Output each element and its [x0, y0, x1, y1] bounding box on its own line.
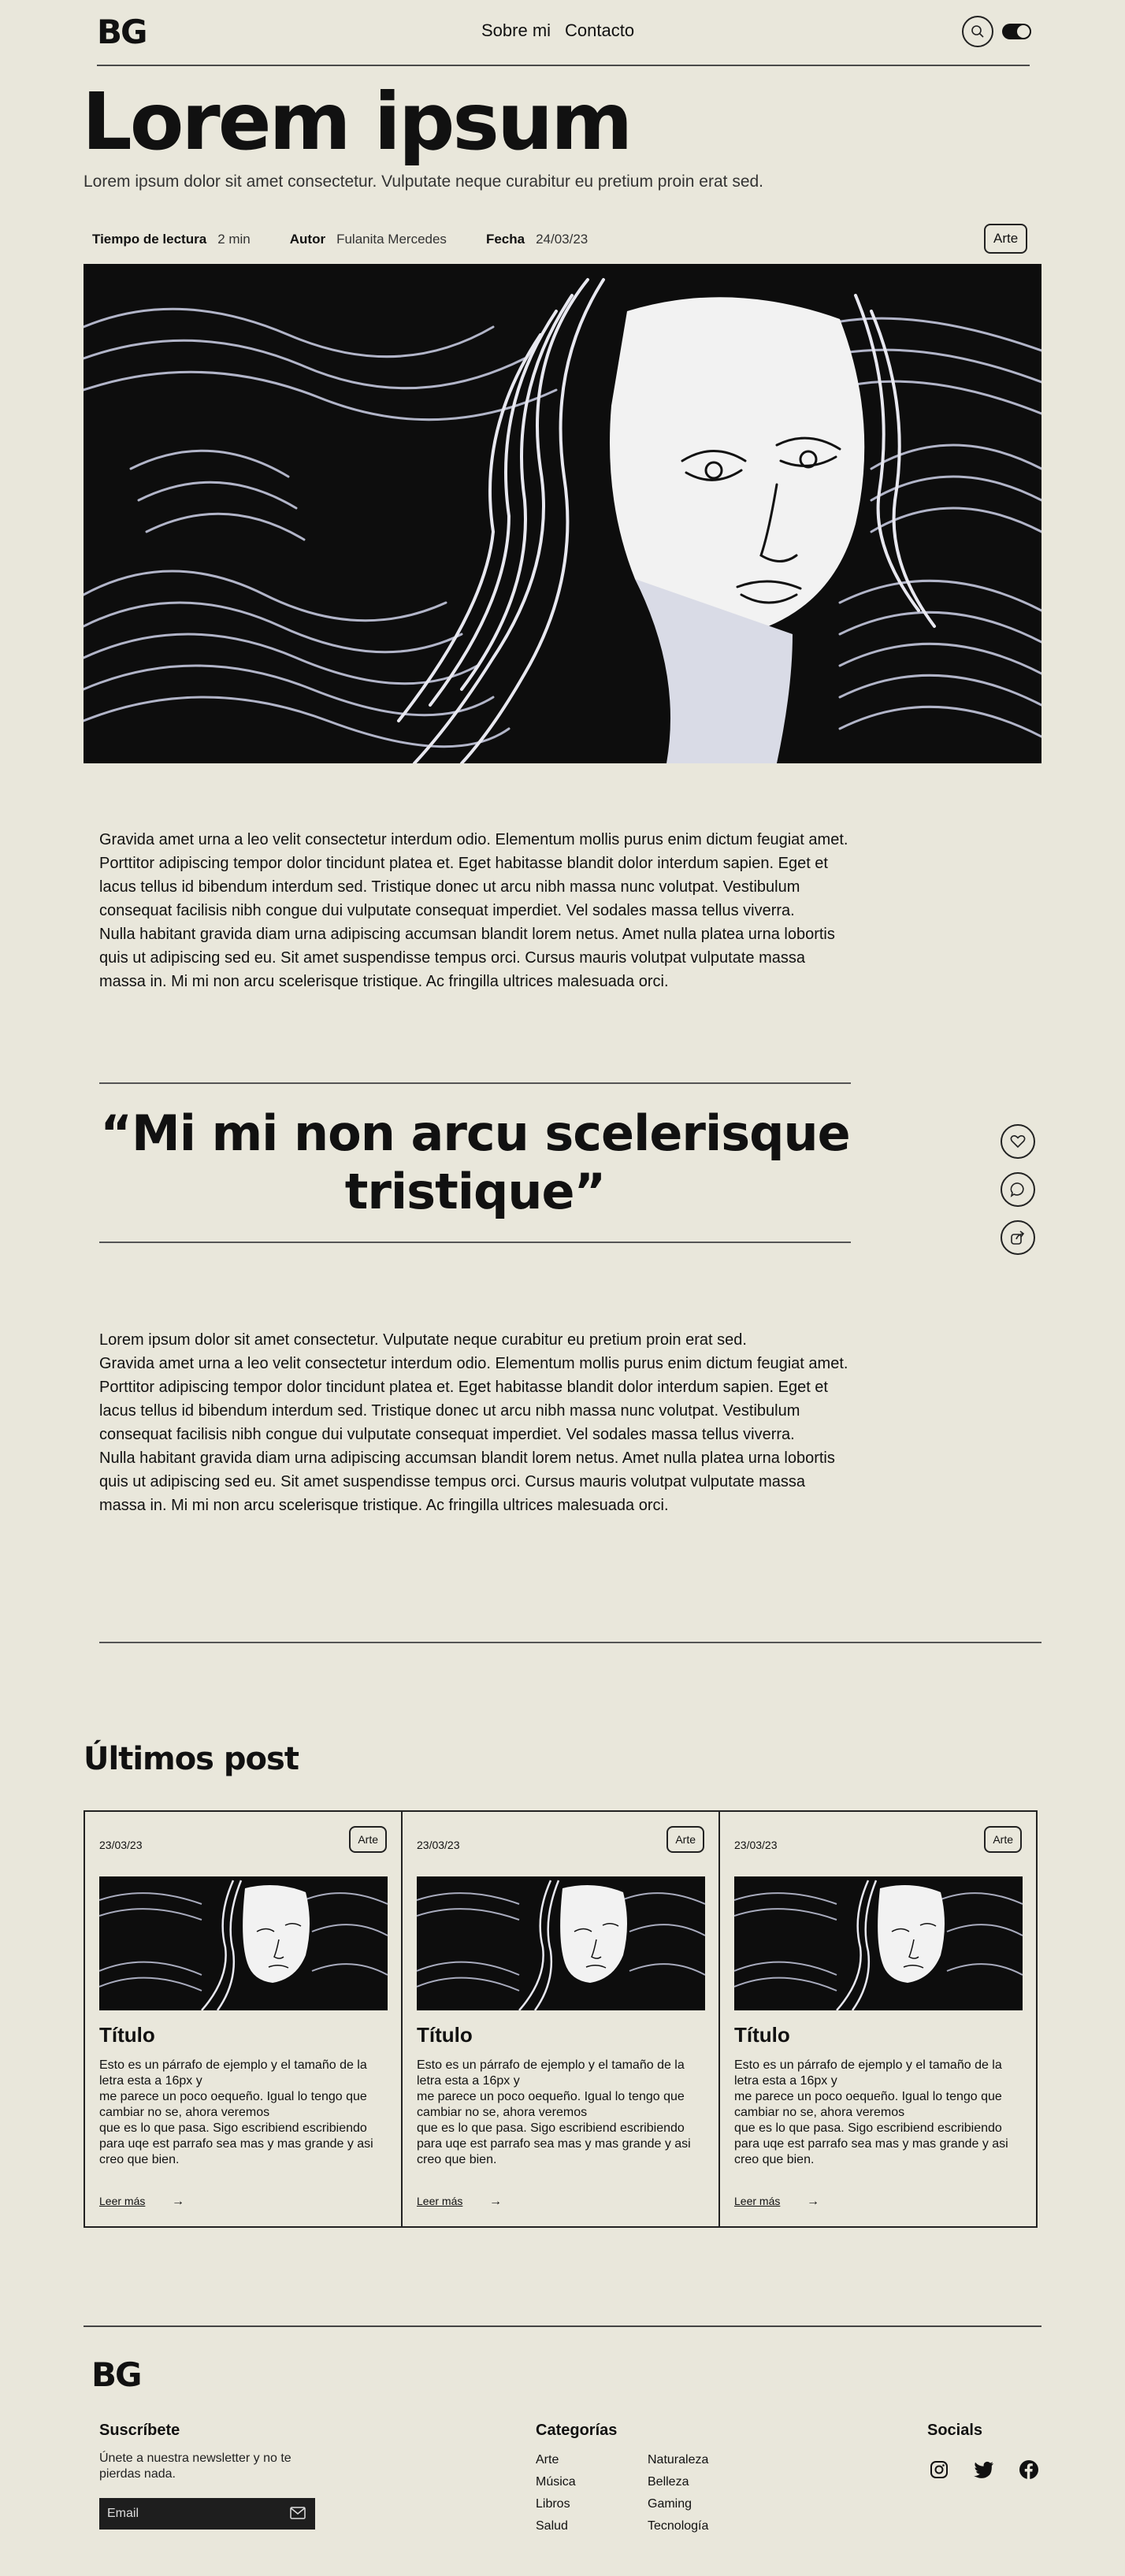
post-illustration — [99, 1876, 388, 2010]
article-title: Lorem ipsum — [82, 76, 633, 168]
post-thumbnail[interactable] — [99, 1876, 388, 2010]
article-body-2: Lorem ipsum dolor sit amet consectetur. … — [99, 1328, 856, 1517]
paragraph: Lorem ipsum dolor sit amet consectetur. … — [99, 1331, 747, 1349]
category-link-gaming[interactable]: Gaming — [648, 2497, 759, 2511]
post-tag[interactable]: Arte — [666, 1826, 704, 1853]
paragraph: Nulla habitant gravida diam urna adipisc… — [99, 926, 835, 990]
twitter-link[interactable] — [972, 2458, 996, 2481]
email-placeholder: Email — [107, 2507, 139, 2520]
post-thumbnail[interactable] — [417, 1876, 705, 2010]
section-divider — [99, 1642, 1041, 1643]
search-button[interactable] — [962, 16, 993, 47]
search-icon — [971, 25, 984, 38]
mail-icon[interactable] — [290, 2507, 306, 2519]
post-title[interactable]: Título — [734, 2023, 790, 2047]
paragraph: Gravida amet urna a leo velit consectetu… — [99, 1355, 848, 1443]
footer-logo[interactable]: BG — [91, 2355, 142, 2394]
instagram-icon — [930, 2461, 948, 2478]
meta-value: 24/03/23 — [536, 232, 588, 247]
arrow-right-icon[interactable]: → — [489, 2195, 502, 2209]
post-illustration — [734, 1876, 1023, 2010]
hero-illustration — [84, 264, 1041, 763]
comment-icon — [1010, 1182, 1024, 1197]
article-subtitle: Lorem ipsum dolor sit amet consectetur. … — [84, 173, 764, 191]
post-tag[interactable]: Arte — [984, 1826, 1022, 1853]
nav-link-sobre-mi[interactable]: Sobre mi — [481, 20, 551, 41]
facebook-icon — [1019, 2460, 1038, 2479]
post-tag[interactable]: Arte — [349, 1826, 387, 1853]
category-link-naturaleza[interactable]: Naturaleza — [648, 2453, 759, 2467]
meta-author: Autor Fulanita Mercedes — [290, 232, 447, 247]
read-more-link[interactable]: Leer más — [99, 2195, 145, 2207]
latest-posts-heading: Últimos post — [84, 1741, 299, 1777]
post-title[interactable]: Título — [99, 2023, 155, 2047]
newsletter-text: Únete a nuestra newsletter y no te pierd… — [99, 2452, 291, 2481]
category-link-musica[interactable]: Música — [536, 2475, 648, 2489]
categories-list: Arte Naturaleza Música Belleza Libros Ga… — [536, 2453, 759, 2533]
article-body-1: Gravida amet urna a leo velit consectetu… — [99, 828, 856, 993]
pull-quote: “Mi mi non arcu scelerisque tristique” — [100, 1104, 850, 1220]
meta-value: 2 min — [217, 232, 251, 247]
facebook-link[interactable] — [1017, 2458, 1041, 2481]
post-excerpt: Esto es un párrafo de ejemplo y el tamañ… — [99, 2058, 373, 2166]
categories-heading: Categorías — [536, 2422, 618, 2439]
paragraph: Gravida amet urna a leo velit consectetu… — [99, 831, 848, 919]
meta-value: Fulanita Mercedes — [336, 232, 447, 247]
like-button[interactable] — [1001, 1124, 1035, 1159]
heart-icon — [1010, 1135, 1026, 1149]
category-link-libros[interactable]: Libros — [536, 2497, 648, 2511]
socials-heading: Socials — [927, 2422, 983, 2439]
post-excerpt: Esto es un párrafo de ejemplo y el tamañ… — [734, 2058, 1008, 2166]
post-illustration — [417, 1876, 705, 2010]
newsletter-heading: Suscríbete — [99, 2422, 180, 2439]
share-icon — [1011, 1230, 1025, 1245]
paragraph: Nulla habitant gravida diam urna adipisc… — [99, 1449, 835, 1514]
category-link-salud[interactable]: Salud — [536, 2519, 648, 2533]
article-meta: Tiempo de lectura 2 min Autor Fulanita M… — [92, 232, 627, 247]
page: BG Sobre mi Contacto Lorem ipsum Lorem i… — [0, 0, 1125, 2576]
post-thumbnail[interactable] — [734, 1876, 1023, 2010]
arrow-right-icon[interactable]: → — [807, 2195, 819, 2209]
category-link-belleza[interactable]: Belleza — [648, 2475, 759, 2489]
post-date: 23/03/23 — [99, 1839, 143, 1851]
latest-posts-list: 23/03/23 Arte Título Esto es un párrafo … — [84, 1810, 1041, 2228]
read-more-link[interactable]: Leer más — [417, 2195, 462, 2207]
post-card[interactable]: 23/03/23 Arte Título Esto es un párrafo … — [84, 1810, 403, 2228]
category-link-arte[interactable]: Arte — [536, 2453, 648, 2467]
category-link-tecnologia[interactable]: Tecnología — [648, 2519, 759, 2533]
post-title[interactable]: Título — [417, 2023, 473, 2047]
theme-toggle[interactable] — [1002, 24, 1031, 39]
arrow-right-icon[interactable]: → — [172, 2195, 184, 2209]
meta-label: Autor — [289, 232, 326, 247]
twitter-icon — [974, 2461, 993, 2478]
post-date: 23/03/23 — [734, 1839, 778, 1851]
comment-button[interactable] — [1001, 1172, 1035, 1207]
site-logo[interactable]: BG — [97, 13, 147, 51]
share-button[interactable] — [1001, 1220, 1035, 1255]
meta-date: Fecha 24/03/23 — [486, 232, 588, 247]
instagram-link[interactable] — [927, 2458, 951, 2481]
post-card[interactable]: 23/03/23 Arte Título Esto es un párrafo … — [401, 1810, 720, 2228]
site-header: BG Sobre mi Contacto — [97, 0, 1031, 66]
post-card[interactable]: 23/03/23 Arte Título Esto es un párrafo … — [718, 1810, 1038, 2228]
post-excerpt: Esto es un párrafo de ejemplo y el tamañ… — [417, 2058, 691, 2166]
footer-divider — [84, 2325, 1041, 2327]
read-more-link[interactable]: Leer más — [734, 2195, 780, 2207]
meta-label: Tiempo de lectura — [92, 232, 207, 247]
email-field[interactable]: Email — [99, 2498, 315, 2530]
toggle-knob — [1017, 25, 1030, 38]
post-date: 23/03/23 — [417, 1839, 460, 1851]
category-tag[interactable]: Arte — [984, 224, 1028, 254]
main-nav: Sobre mi Contacto — [481, 20, 634, 41]
meta-reading-time: Tiempo de lectura 2 min — [92, 232, 251, 247]
nav-link-contacto[interactable]: Contacto — [565, 20, 634, 41]
hero-image — [84, 264, 1041, 763]
meta-label: Fecha — [485, 232, 525, 247]
quote-top-divider — [99, 1082, 851, 1084]
quote-bottom-divider — [99, 1242, 851, 1243]
